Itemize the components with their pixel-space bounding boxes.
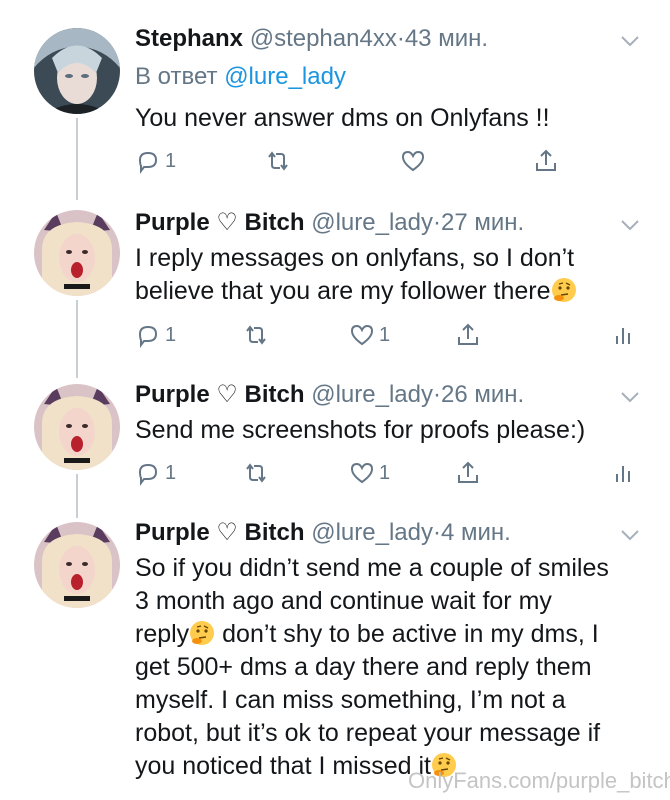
heart-icon xyxy=(350,462,374,484)
thread-line xyxy=(76,300,78,378)
like-count: 1 xyxy=(379,461,391,484)
analytics-icon xyxy=(616,466,630,482)
text-line: robot, but it’s ok to repeat your messag… xyxy=(135,719,601,747)
separator: · xyxy=(432,209,441,236)
reply-button[interactable]: 1 xyxy=(135,146,176,176)
share-button[interactable] xyxy=(455,320,481,350)
reply-icon xyxy=(138,325,158,348)
chevron-down-icon[interactable] xyxy=(620,34,640,48)
tweet-text: So if you didn’t send me a couple of smi… xyxy=(135,552,655,783)
share-button[interactable] xyxy=(533,146,559,176)
display-name[interactable]: Purple ♡ Bitch xyxy=(135,519,305,546)
tweet-actions: 1 1 xyxy=(135,458,645,488)
display-name[interactable]: Purple ♡ Bitch xyxy=(135,209,305,236)
thinking-face-emoji-icon xyxy=(190,621,215,645)
share-icon xyxy=(458,461,478,483)
user-handle[interactable]: @lure_lady xyxy=(311,381,433,408)
separator: · xyxy=(432,519,441,546)
tweet-header: Purple ♡ Bitch @lure_lady·4 мин. xyxy=(135,518,511,548)
like-button[interactable]: 1 xyxy=(349,320,390,350)
thread-line xyxy=(76,474,78,518)
retweet-icon xyxy=(268,151,288,171)
timestamp[interactable]: 4 мин. xyxy=(441,519,511,546)
analytics-button[interactable] xyxy=(610,458,636,488)
like-button[interactable]: 1 xyxy=(349,458,390,488)
text-line: believe that you are my follower there xyxy=(135,277,551,305)
chevron-down-icon[interactable] xyxy=(620,390,640,404)
share-icon xyxy=(458,323,478,345)
timestamp[interactable]: 27 мин. xyxy=(441,209,524,236)
separator: · xyxy=(396,25,405,52)
tweet-actions: 1 1 xyxy=(135,320,645,350)
user-handle[interactable]: @stephan4xx xyxy=(250,25,397,52)
text-segment: reply xyxy=(135,620,190,648)
reply-button[interactable]: 1 xyxy=(135,458,176,488)
text-line: myself. I can miss something, I’m not a xyxy=(135,686,566,714)
analytics-icon xyxy=(616,328,630,344)
reply-to-line: В ответ @lure_lady xyxy=(135,62,346,92)
reply-button[interactable]: 1 xyxy=(135,320,176,350)
retweet-button[interactable] xyxy=(243,320,269,350)
text-line: you noticed that I missed it xyxy=(135,752,431,780)
thinking-face-emoji-icon xyxy=(551,278,576,302)
display-name[interactable]: Stephanx xyxy=(135,25,243,52)
tweet-actions: 1 xyxy=(135,146,645,176)
tweet-header: Stephanx @stephan4xx·43 мин. xyxy=(135,24,488,54)
user-handle[interactable]: @lure_lady xyxy=(311,519,433,546)
chevron-down-icon[interactable] xyxy=(620,528,640,542)
retweet-icon xyxy=(246,325,266,345)
display-name[interactable]: Purple ♡ Bitch xyxy=(135,381,305,408)
heart-icon xyxy=(401,150,425,172)
timestamp[interactable]: 26 мин. xyxy=(441,381,524,408)
retweet-icon xyxy=(246,463,266,483)
text-line: I reply messages on onlyfans, so I don’t xyxy=(135,244,575,272)
tweet-text: You never answer dms on Onlyfans !! xyxy=(135,104,550,132)
reply-count: 1 xyxy=(165,149,177,172)
reply-icon xyxy=(138,151,158,174)
reply-to-label: В ответ xyxy=(135,63,218,90)
retweet-button[interactable] xyxy=(265,146,291,176)
avatar-purple-bitch[interactable] xyxy=(34,522,120,608)
thread-line xyxy=(76,118,78,200)
like-count: 1 xyxy=(379,323,391,346)
text-line: So if you didn’t send me a couple of smi… xyxy=(135,554,609,582)
analytics-button[interactable] xyxy=(610,320,636,350)
reply-count: 1 xyxy=(165,323,177,346)
tweet-text: Send me screenshots for proofs please:) xyxy=(135,416,586,444)
tweet-header: Purple ♡ Bitch @lure_lady·26 мин. xyxy=(135,380,524,410)
text-line: 3 month ago and continue wait for my xyxy=(135,587,552,615)
retweet-button[interactable] xyxy=(243,458,269,488)
user-handle[interactable]: @lure_lady xyxy=(311,209,433,236)
avatar-purple-bitch[interactable] xyxy=(34,384,120,470)
share-button[interactable] xyxy=(455,458,481,488)
tweet-text: I reply messages on onlyfans, so I don’t… xyxy=(135,242,655,308)
like-button[interactable] xyxy=(400,146,426,176)
text-line-with-emoji: believe that you are my follower there xyxy=(135,275,655,308)
tweet-header: Purple ♡ Bitch @lure_lady·27 мин. xyxy=(135,208,524,238)
avatar-stephanx[interactable] xyxy=(34,28,120,114)
separator: · xyxy=(432,381,441,408)
reply-icon xyxy=(138,463,158,486)
reply-count: 1 xyxy=(165,461,177,484)
reply-mention-link[interactable]: @lure_lady xyxy=(224,63,346,90)
chevron-down-icon[interactable] xyxy=(620,218,640,232)
text-line-with-emoji: reply don’t shy to be active in my dms, … xyxy=(135,618,655,651)
share-icon xyxy=(536,149,556,171)
avatar-purple-bitch[interactable] xyxy=(34,210,120,296)
timestamp[interactable]: 43 мин. xyxy=(405,25,488,52)
text-segment: don’t shy to be active in my dms, I xyxy=(215,620,599,648)
watermark: OnlyFans.com/purple_bitch xyxy=(408,768,670,793)
text-line: get 500+ dms a day there and reply them xyxy=(135,653,592,681)
heart-icon xyxy=(350,324,374,346)
